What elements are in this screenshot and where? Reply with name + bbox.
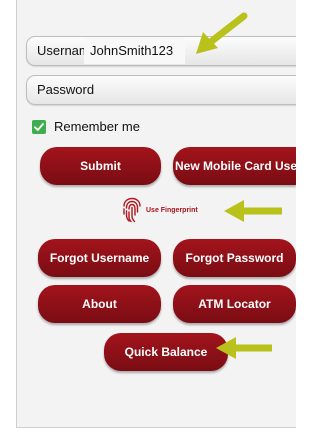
username-field[interactable]: Username JohnSmith123 xyxy=(26,36,296,66)
password-label: Password xyxy=(37,82,95,97)
new-mobile-card-user-button[interactable]: New Mobile Card User xyxy=(173,147,296,185)
use-fingerprint-button[interactable]: Use Fingerprint xyxy=(122,197,198,223)
about-button[interactable]: About xyxy=(38,285,161,323)
quick-balance-annotation-arrow-icon xyxy=(216,337,272,359)
password-field[interactable]: Password xyxy=(26,75,296,105)
fingerprint-icon xyxy=(123,197,141,223)
quick-balance-button[interactable]: Quick Balance xyxy=(104,333,228,371)
fingerprint-annotation-arrow-icon xyxy=(224,200,282,222)
atm-locator-button[interactable]: ATM Locator xyxy=(173,285,296,323)
checkmark-icon xyxy=(34,122,44,131)
username-annotation-arrow-icon xyxy=(196,12,248,54)
remember-me-row[interactable]: Remember me xyxy=(32,119,140,134)
forgot-username-button[interactable]: Forgot Username xyxy=(38,239,161,277)
remember-me-label: Remember me xyxy=(54,119,140,134)
username-input-value[interactable]: JohnSmith123 xyxy=(84,37,185,64)
remember-me-checkbox[interactable] xyxy=(32,119,46,134)
forgot-password-button[interactable]: Forgot Password xyxy=(173,239,296,277)
submit-button[interactable]: Submit xyxy=(40,147,161,185)
use-fingerprint-label: Use Fingerprint xyxy=(146,206,198,214)
